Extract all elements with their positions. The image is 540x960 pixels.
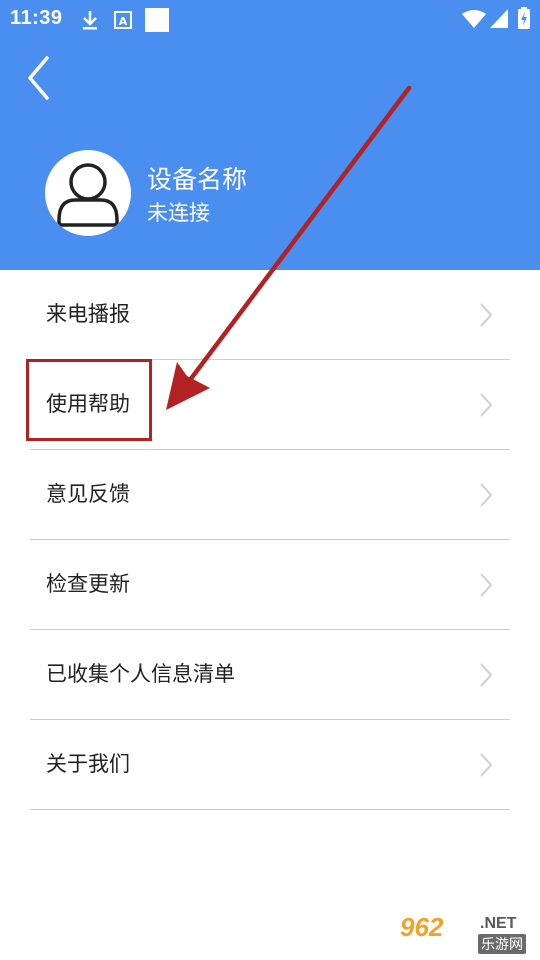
menu-item-feedback[interactable]: 意见反馈 xyxy=(30,450,510,540)
menu-item-call-announcement[interactable]: 来电播报 xyxy=(30,270,510,360)
avatar[interactable] xyxy=(45,150,131,236)
device-name: 设备名称 xyxy=(147,165,248,194)
menu-item-personal-info-list[interactable]: 已收集个人信息清单 xyxy=(30,630,510,720)
chevron-right-icon xyxy=(480,573,493,597)
chevron-right-icon xyxy=(480,753,493,777)
menu-item-label: 关于我们 xyxy=(46,752,130,776)
menu-item-label: 已收集个人信息清单 xyxy=(46,662,235,686)
watermark: 962 .NET 乐游网 xyxy=(400,912,535,956)
back-button[interactable] xyxy=(22,52,62,104)
app-notification-icon: A xyxy=(114,11,132,29)
menu-item-check-update[interactable]: 检查更新 xyxy=(30,540,510,630)
settings-menu: 来电播报 使用帮助 意见反馈 检查更新 已收集个人信息清单 关于我们 xyxy=(0,270,540,810)
chevron-right-icon xyxy=(480,663,493,687)
svg-text:A: A xyxy=(119,15,128,28)
menu-item-about-us[interactable]: 关于我们 xyxy=(30,720,510,810)
chevron-left-icon xyxy=(28,56,49,100)
battery-charging-icon xyxy=(518,7,530,29)
download-icon xyxy=(83,11,97,30)
menu-item-label: 意见反馈 xyxy=(46,482,130,506)
signal-icon xyxy=(490,9,508,28)
chevron-right-icon xyxy=(480,393,493,417)
highlight-box xyxy=(26,359,152,441)
header-bar: 11:39 A 设备名称 未连接 xyxy=(0,0,540,270)
chevron-right-icon xyxy=(480,303,493,327)
status-time: 11:39 xyxy=(10,7,63,29)
menu-item-label: 检查更新 xyxy=(46,572,130,596)
wifi-icon xyxy=(462,10,486,28)
watermark-domain: .NET xyxy=(480,915,517,932)
watermark-subtitle: 乐游网 xyxy=(478,934,526,954)
status-bar: 11:39 A xyxy=(0,0,540,38)
device-status: 未连接 xyxy=(147,201,210,225)
watermark-brand: 962 xyxy=(400,912,444,942)
user-icon xyxy=(57,163,119,227)
square-notification-icon xyxy=(145,8,169,32)
chevron-right-icon xyxy=(480,483,493,507)
menu-item-label: 来电播报 xyxy=(46,302,130,326)
